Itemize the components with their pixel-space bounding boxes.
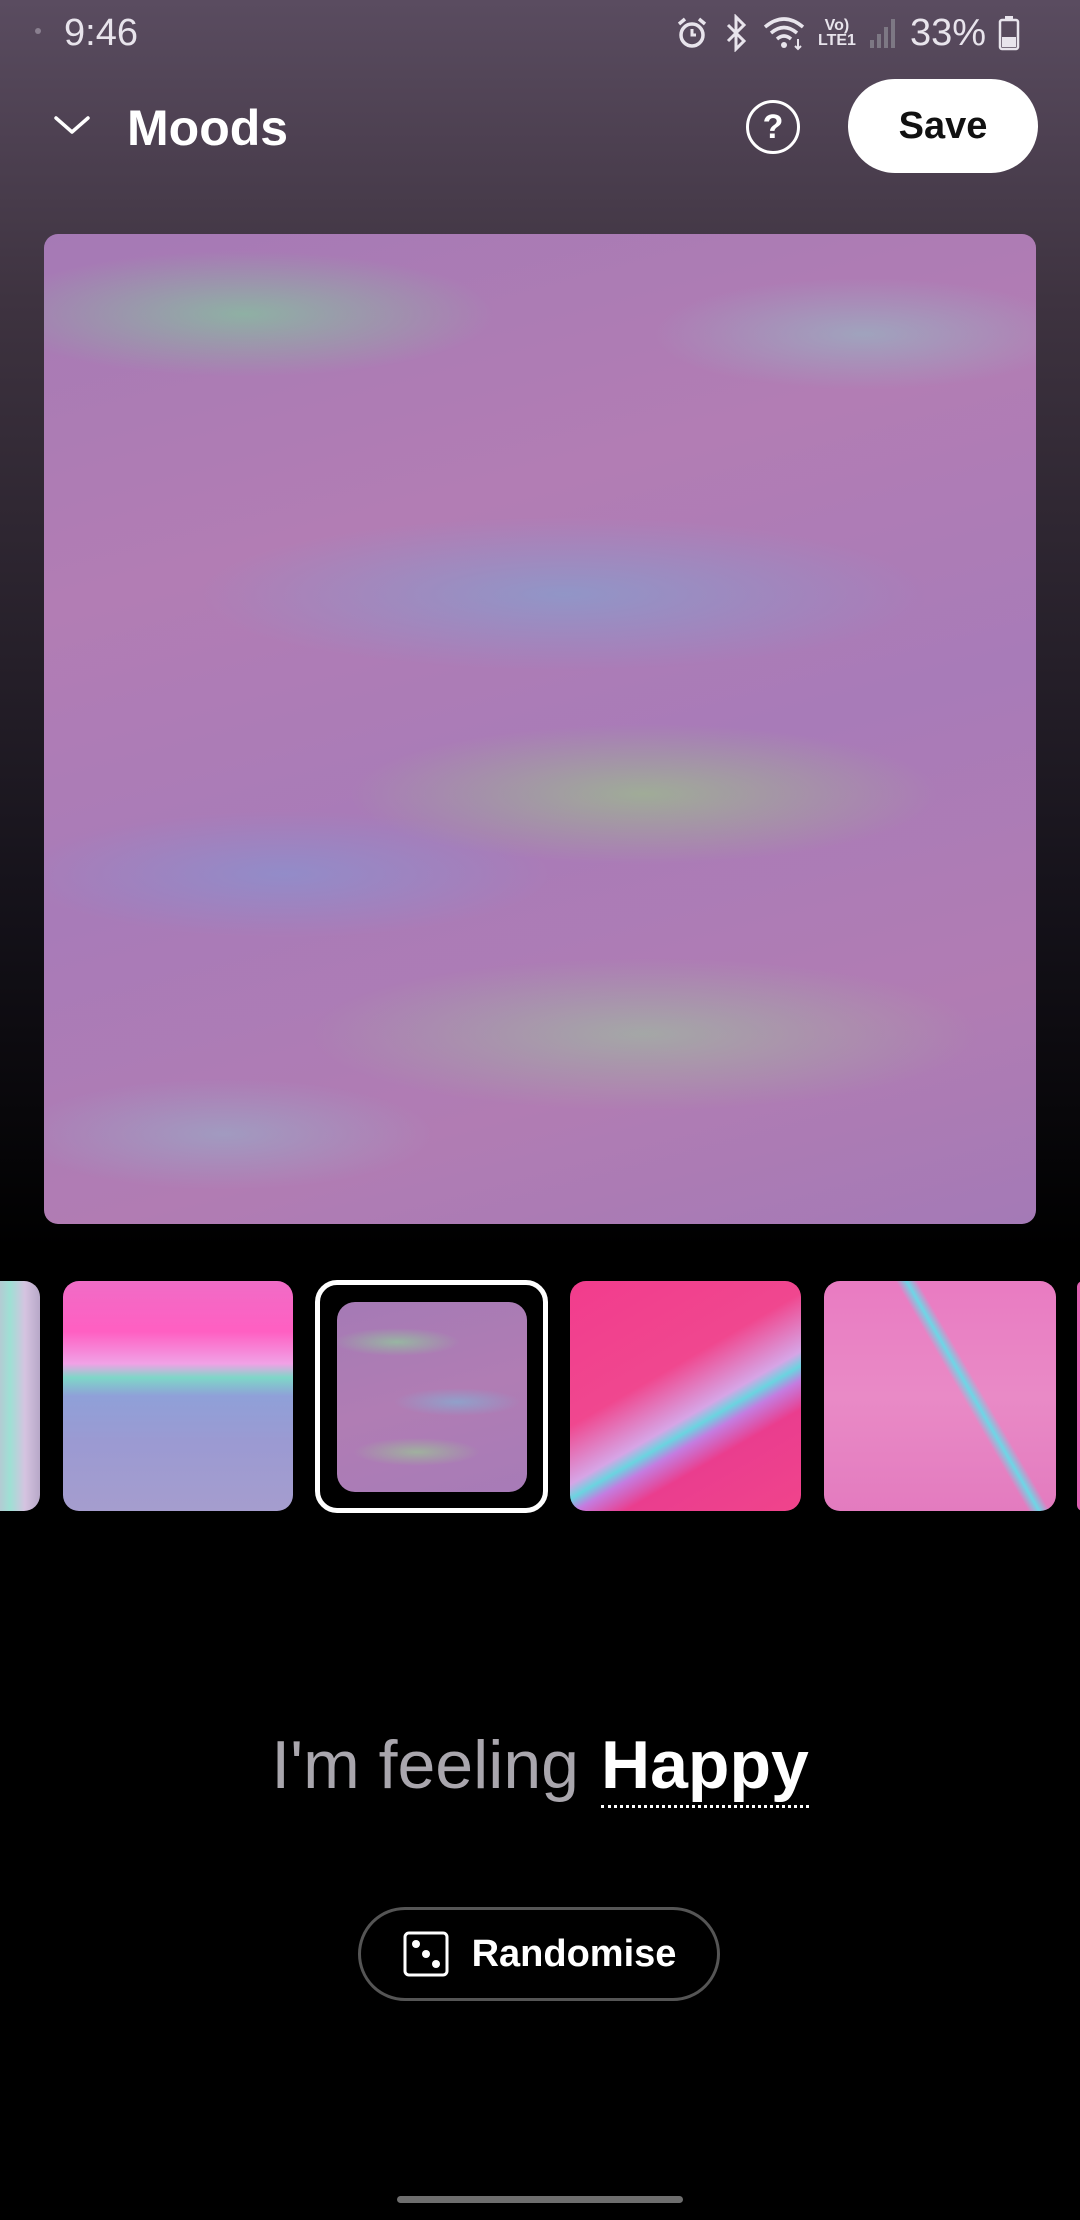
collapse-button[interactable] bbox=[42, 96, 102, 156]
mood-thumbnail[interactable] bbox=[824, 1281, 1056, 1511]
mood-sentence: I'm feeling Happy bbox=[0, 1720, 1080, 1810]
mood-thumbnail-selected-image[interactable] bbox=[337, 1302, 527, 1492]
mood-prefix: I'm feeling bbox=[271, 1727, 579, 1803]
wifi-icon bbox=[762, 15, 806, 51]
lte-label: LTE1 bbox=[818, 32, 856, 49]
help-icon: ? bbox=[762, 107, 784, 146]
chevron-down-icon bbox=[54, 116, 90, 134]
signal-icon bbox=[868, 16, 898, 50]
battery-icon bbox=[998, 15, 1020, 51]
help-button[interactable]: ? bbox=[746, 100, 800, 154]
dice-icon bbox=[403, 1931, 449, 1977]
moods-screen: 9:46 Vo) LTE1 33% Moods ? Save I'm feeli… bbox=[0, 0, 1080, 2220]
randomise-label: Randomise bbox=[471, 1932, 677, 1975]
battery-percent: 33% bbox=[909, 12, 986, 54]
alarm-icon bbox=[674, 15, 710, 51]
status-icons: Vo) LTE1 33% bbox=[674, 8, 1020, 58]
mood-thumbnail[interactable] bbox=[570, 1281, 801, 1511]
randomise-button[interactable]: Randomise bbox=[358, 1907, 720, 2001]
save-button[interactable]: Save bbox=[848, 79, 1038, 173]
mood-selector[interactable]: Happy bbox=[600, 1727, 809, 1808]
home-gesture-bar[interactable] bbox=[397, 2196, 683, 2203]
volte-label: Vo) bbox=[824, 17, 850, 34]
mood-thumbnail[interactable] bbox=[63, 1281, 293, 1511]
page-title: Moods bbox=[127, 100, 289, 156]
status-time: 9:46 bbox=[64, 12, 138, 54]
status-bar: 9:46 Vo) LTE1 33% bbox=[0, 0, 1080, 66]
bluetooth-icon bbox=[722, 14, 750, 52]
volte-indicator: Vo) LTE1 bbox=[818, 17, 856, 49]
mood-preview-image bbox=[44, 234, 1036, 1224]
notification-dot bbox=[35, 28, 41, 34]
mood-thumbnail[interactable] bbox=[0, 1281, 40, 1511]
